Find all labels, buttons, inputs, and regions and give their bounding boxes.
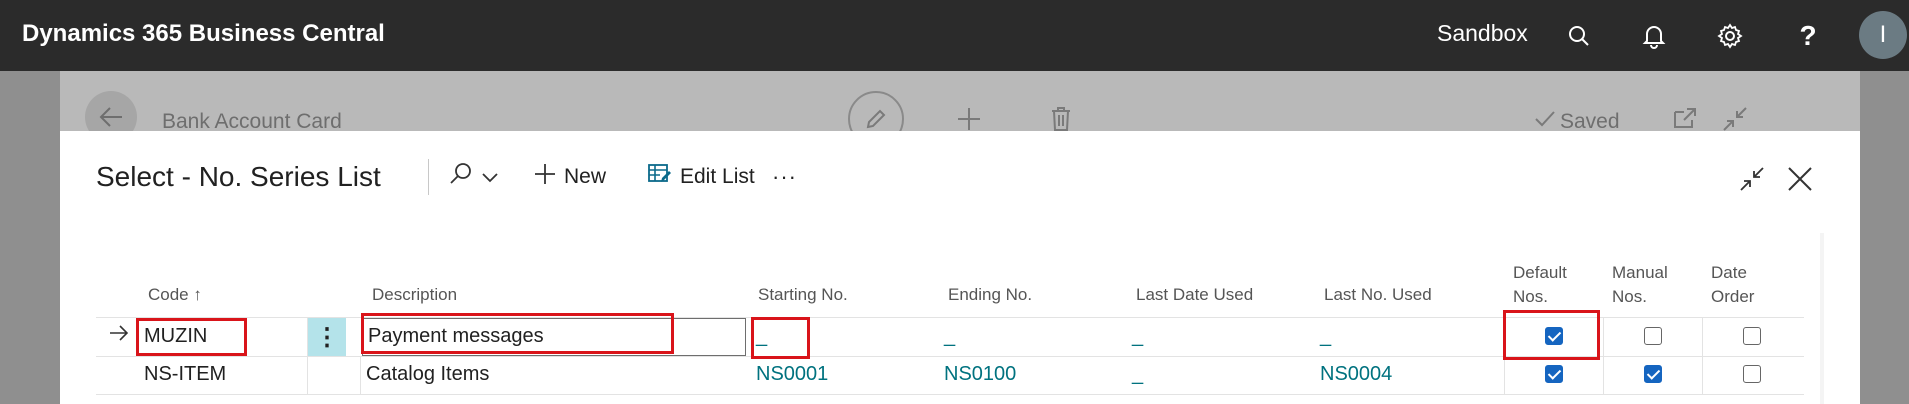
search-dropdown-button[interactable] xyxy=(448,159,506,195)
last-date-used-cell[interactable]: _ xyxy=(1132,363,1143,386)
table-row[interactable]: NS-ITEM Catalog Items NS0001 NS0100 _ NS… xyxy=(96,356,1804,395)
edit-list-button[interactable]: Edit List xyxy=(648,159,755,195)
row-menu-button[interactable]: ⋮ xyxy=(308,318,346,356)
environment-label[interactable]: Sandbox xyxy=(1437,20,1528,47)
plus-icon xyxy=(534,163,564,191)
toolbar-divider xyxy=(428,159,429,195)
ending-no-cell[interactable]: _ xyxy=(944,325,955,348)
edit-list-icon xyxy=(648,163,680,191)
new-button[interactable]: New xyxy=(534,159,606,195)
column-divider xyxy=(1603,356,1604,394)
column-header-manual-nos[interactable]: Manual Nos. xyxy=(1612,261,1668,309)
date-order-checkbox[interactable] xyxy=(1743,365,1761,383)
column-header-date-order-line2: Order xyxy=(1711,287,1755,306)
open-new-window-icon[interactable] xyxy=(1672,106,1698,130)
default-nos-checkbox[interactable] xyxy=(1545,365,1563,383)
last-no-used-cell[interactable]: _ xyxy=(1320,325,1331,348)
column-header-default-nos-line2: Nos. xyxy=(1513,287,1548,306)
column-header-ending-no[interactable]: Ending No. xyxy=(948,285,1032,305)
highlight-starting-no xyxy=(751,317,810,359)
column-divider xyxy=(1504,356,1505,394)
column-divider xyxy=(1603,318,1604,356)
new-button-label: New xyxy=(564,165,607,188)
app-title[interactable]: Dynamics 365 Business Central xyxy=(22,20,385,48)
date-order-checkbox[interactable] xyxy=(1743,327,1761,345)
ending-no-cell[interactable]: NS0100 xyxy=(944,363,1016,386)
column-divider xyxy=(360,356,361,394)
starting-no-cell[interactable]: NS0001 xyxy=(756,363,828,386)
bell-icon[interactable] xyxy=(1638,20,1670,52)
user-avatar[interactable]: I xyxy=(1859,11,1907,59)
gear-icon[interactable] xyxy=(1714,20,1746,52)
column-header-default-nos-line1: Default xyxy=(1513,263,1567,282)
column-divider xyxy=(1702,318,1703,356)
code-cell[interactable]: NS-ITEM xyxy=(144,363,226,386)
manual-nos-checkbox[interactable] xyxy=(1644,365,1662,383)
search-icon xyxy=(448,161,482,193)
column-header-code[interactable]: Code ↑ xyxy=(148,285,202,305)
collapse-icon[interactable] xyxy=(1722,106,1748,132)
sort-ascending-icon: ↑ xyxy=(193,285,202,304)
delete-icon[interactable] xyxy=(1050,106,1072,132)
column-header-code-label: Code xyxy=(148,285,189,304)
column-divider xyxy=(307,356,308,394)
column-header-last-date-used[interactable]: Last Date Used xyxy=(1136,285,1253,305)
highlight-default-nos xyxy=(1503,310,1600,360)
highlight-code xyxy=(136,318,247,356)
last-no-used-cell[interactable]: NS0004 xyxy=(1320,363,1392,386)
chevron-down-icon xyxy=(482,165,506,189)
column-divider xyxy=(307,318,308,356)
current-row-arrow-icon xyxy=(108,324,130,348)
description-cell[interactable]: Catalog Items xyxy=(366,363,489,386)
help-icon[interactable]: ? xyxy=(1792,20,1824,52)
last-date-used-cell[interactable]: _ xyxy=(1132,325,1143,348)
column-header-last-no-used[interactable]: Last No. Used xyxy=(1324,285,1432,305)
manual-nos-checkbox[interactable] xyxy=(1644,327,1662,345)
column-divider xyxy=(1702,356,1703,394)
column-header-starting-no[interactable]: Starting No. xyxy=(758,285,848,305)
column-header-manual-nos-line2: Nos. xyxy=(1612,287,1647,306)
search-icon[interactable] xyxy=(1563,20,1595,52)
dialog-title: Select - No. Series List xyxy=(96,161,381,192)
collapse-icon[interactable] xyxy=(1734,161,1770,197)
column-header-manual-nos-line1: Manual xyxy=(1612,263,1668,282)
add-icon[interactable] xyxy=(956,106,982,132)
highlight-description xyxy=(361,313,674,354)
column-header-date-order-line1: Date xyxy=(1711,263,1747,282)
column-header-description[interactable]: Description xyxy=(372,285,457,305)
saved-check-icon xyxy=(1534,110,1556,128)
column-header-default-nos[interactable]: Default Nos. xyxy=(1513,261,1567,309)
column-header-date-order[interactable]: Date Order xyxy=(1711,261,1754,309)
edit-list-label: Edit List xyxy=(680,165,755,188)
close-icon[interactable] xyxy=(1782,161,1818,197)
top-bar: Dynamics 365 Business Central Sandbox ? … xyxy=(0,0,1909,71)
more-options-button[interactable]: ··· xyxy=(772,159,797,195)
